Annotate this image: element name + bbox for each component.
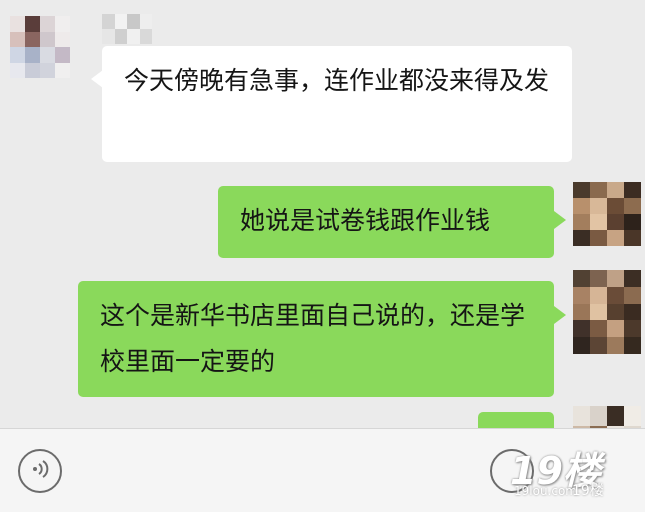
message-text: 这个是新华书店里面自己说的，还是学校里面一定要的 xyxy=(100,301,526,376)
message-text: 今天傍晚有急事，连作业都没来得及发 xyxy=(124,66,550,95)
self-avatar[interactable] xyxy=(573,270,641,354)
self-avatar[interactable] xyxy=(573,406,641,428)
outgoing-message-bubble[interactable]: 这个是新华书店里面自己说的，还是学校里面一定要的 xyxy=(78,281,554,397)
contact-name-blurred xyxy=(102,14,152,44)
bubble-tail xyxy=(554,211,566,229)
incoming-message-bubble[interactable]: 今天傍晚有急事，连作业都没来得及发 xyxy=(102,46,572,162)
chat-area: 今天傍晚有急事，连作业都没来得及发 她说是试卷钱跟作业钱 这个是新华书店里面自己… xyxy=(0,0,645,428)
voice-icon xyxy=(29,458,51,484)
self-avatar[interactable] xyxy=(573,182,641,246)
watermark-tag: 19楼 xyxy=(572,483,604,499)
bubble-tail xyxy=(554,306,566,324)
watermark-url: 19lou.com xyxy=(514,484,577,498)
outgoing-message-bubble-partial[interactable] xyxy=(478,412,554,428)
message-input[interactable] xyxy=(80,443,484,501)
voice-button[interactable] xyxy=(18,449,62,493)
watermark: 19楼 19lou.com 19楼 xyxy=(510,440,640,506)
message-text: 她说是试卷钱跟作业钱 xyxy=(240,206,491,235)
outgoing-message-bubble[interactable]: 她说是试卷钱跟作业钱 xyxy=(218,186,554,258)
contact-avatar[interactable] xyxy=(10,16,70,78)
